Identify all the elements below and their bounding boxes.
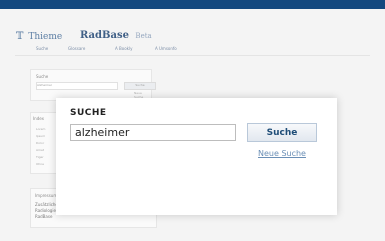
- nav-item-umsonfo[interactable]: A Umsonfo: [155, 46, 177, 51]
- search-input[interactable]: [70, 124, 236, 141]
- nav-divider: [15, 55, 370, 56]
- search-panel-input[interactable]: Alzheimer: [36, 82, 118, 90]
- nav-item-bookly[interactable]: A Bookly: [115, 46, 132, 51]
- search-panel-button[interactable]: Suche: [124, 82, 156, 90]
- left-panel-item[interactable]: Ipsum: [36, 134, 58, 138]
- left-panel-item[interactable]: Lorem: [36, 127, 58, 131]
- new-search-link[interactable]: Neue Suche: [258, 149, 306, 158]
- info-panel-text-line: RadBase: [35, 214, 53, 219]
- thieme-logo-icon: 𝕋: [16, 31, 24, 42]
- top-bar: [0, 0, 385, 9]
- left-panel-item[interactable]: Tiger: [36, 155, 58, 159]
- info-panel-title: Impressum: [35, 193, 58, 198]
- search-popup: SUCHE Suche Neue Suche: [56, 98, 337, 215]
- popup-title: SUCHE: [70, 108, 107, 118]
- main-nav: Suche Glossare A Bookly A Umsonfo: [0, 44, 385, 53]
- search-panel-title: Suche: [36, 74, 49, 79]
- left-panel-item[interactable]: Ohne: [36, 162, 58, 166]
- left-panel-item[interactable]: Amet: [36, 148, 58, 152]
- brand-name: RadBase Beta: [80, 30, 152, 41]
- header: 𝕋 Thieme RadBase Beta: [0, 9, 385, 44]
- search-panel: Suche Alzheimer Suche Neue Suche: [30, 69, 156, 101]
- nav-item-suche[interactable]: Suche: [36, 46, 48, 51]
- nav-item-glossare[interactable]: Glossare: [68, 46, 85, 51]
- thieme-logo: 𝕋 Thieme: [16, 31, 63, 42]
- search-button[interactable]: Suche: [247, 123, 317, 142]
- left-panel-item[interactable]: Dolor: [36, 141, 58, 145]
- left-panel-title: Index: [33, 116, 45, 121]
